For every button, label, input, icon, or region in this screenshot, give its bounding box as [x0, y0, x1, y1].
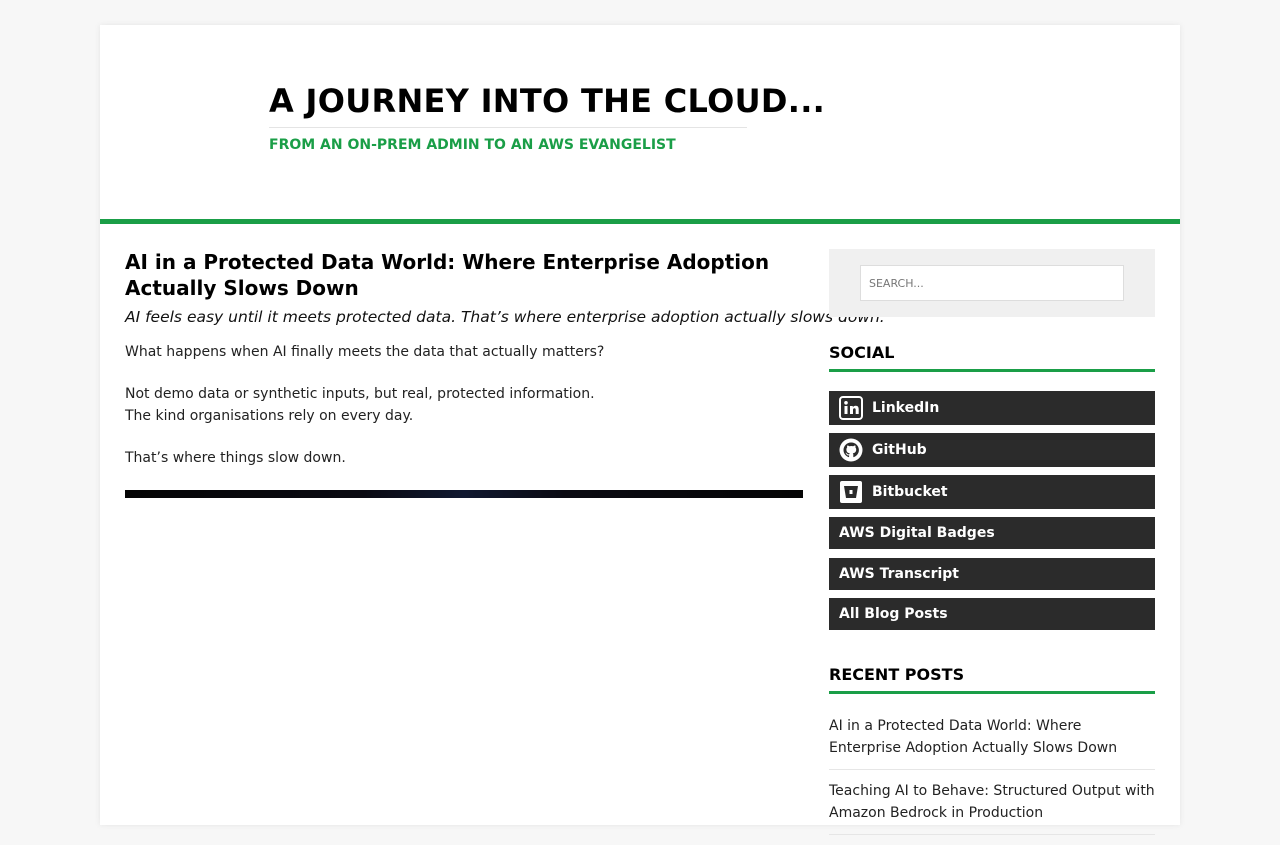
post-paragraph-2-line-2: The kind organisations rely on every day… — [125, 408, 414, 424]
social-widget-header: SOCIAL — [829, 343, 1155, 372]
site-tagline: FROM AN ON-PREM ADMIN TO AN AWS EVANGELI… — [269, 137, 676, 153]
recent-posts-list: AI in a Protected Data World: Where Ente… — [829, 715, 1155, 845]
recent-posts-header: RECENT POSTS — [829, 665, 1155, 694]
header-accent-bar — [100, 219, 1180, 224]
social-link-label: LinkedIn — [872, 400, 940, 416]
post-title: AI in a Protected Data World: Where Ente… — [125, 250, 770, 300]
social-widget-title: SOCIAL — [829, 343, 1155, 372]
post-featured-image — [125, 490, 803, 498]
post-paragraph-3: That’s where things slow down. — [125, 450, 346, 466]
page-container: A JOURNEY INTO THE CLOUD... FROM AN ON-P… — [100, 25, 1180, 835]
linkedin-icon — [839, 396, 863, 420]
recent-posts-title: RECENT POSTS — [829, 665, 1155, 694]
post-content: AI in a Protected Data World: Where Ente… — [125, 249, 885, 498]
recent-post-link[interactable]: AI in a Protected Data World: Where Ente… — [829, 715, 1155, 770]
social-link-bitbucket[interactable]: Bitbucket — [829, 475, 1155, 509]
social-link-label: Bitbucket — [872, 484, 948, 500]
github-icon — [839, 438, 863, 462]
post-paragraph-2-line-1: Not demo data or synthetic inputs, but r… — [125, 386, 595, 402]
social-link-label: GitHub — [872, 442, 927, 458]
post-subtitle: AI feels easy until it meets protected d… — [125, 308, 885, 326]
link-aws-digital-badges[interactable]: AWS Digital Badges — [829, 517, 1155, 549]
link-aws-transcript[interactable]: AWS Transcript — [829, 557, 1155, 590]
social-links: LinkedIn GitHub Bitbucket AWS Digital Ba… — [829, 391, 1155, 639]
social-link-github[interactable]: GitHub — [829, 433, 1155, 467]
post-paragraph-2: Not demo data or synthetic inputs, but r… — [125, 383, 803, 427]
social-link-linkedin[interactable]: LinkedIn — [829, 391, 1155, 425]
search-widget — [829, 249, 1155, 317]
bitbucket-icon — [839, 480, 863, 504]
post-body: What happens when AI finally meets the d… — [125, 341, 803, 469]
search-input[interactable] — [860, 265, 1124, 301]
site-title-divider — [269, 127, 747, 128]
site-title[interactable]: A JOURNEY INTO THE CLOUD... — [269, 82, 825, 120]
link-all-blog-posts[interactable]: All Blog Posts — [829, 598, 1155, 630]
post-paragraph-1: What happens when AI finally meets the d… — [125, 344, 605, 360]
site-header: A JOURNEY INTO THE CLOUD... FROM AN ON-P… — [100, 25, 1180, 219]
recent-post-link[interactable]: Teaching AI to Behave: Structured Output… — [829, 780, 1155, 835]
sidebar: SOCIAL LinkedIn GitHub Bitbucket — [829, 249, 1155, 835]
